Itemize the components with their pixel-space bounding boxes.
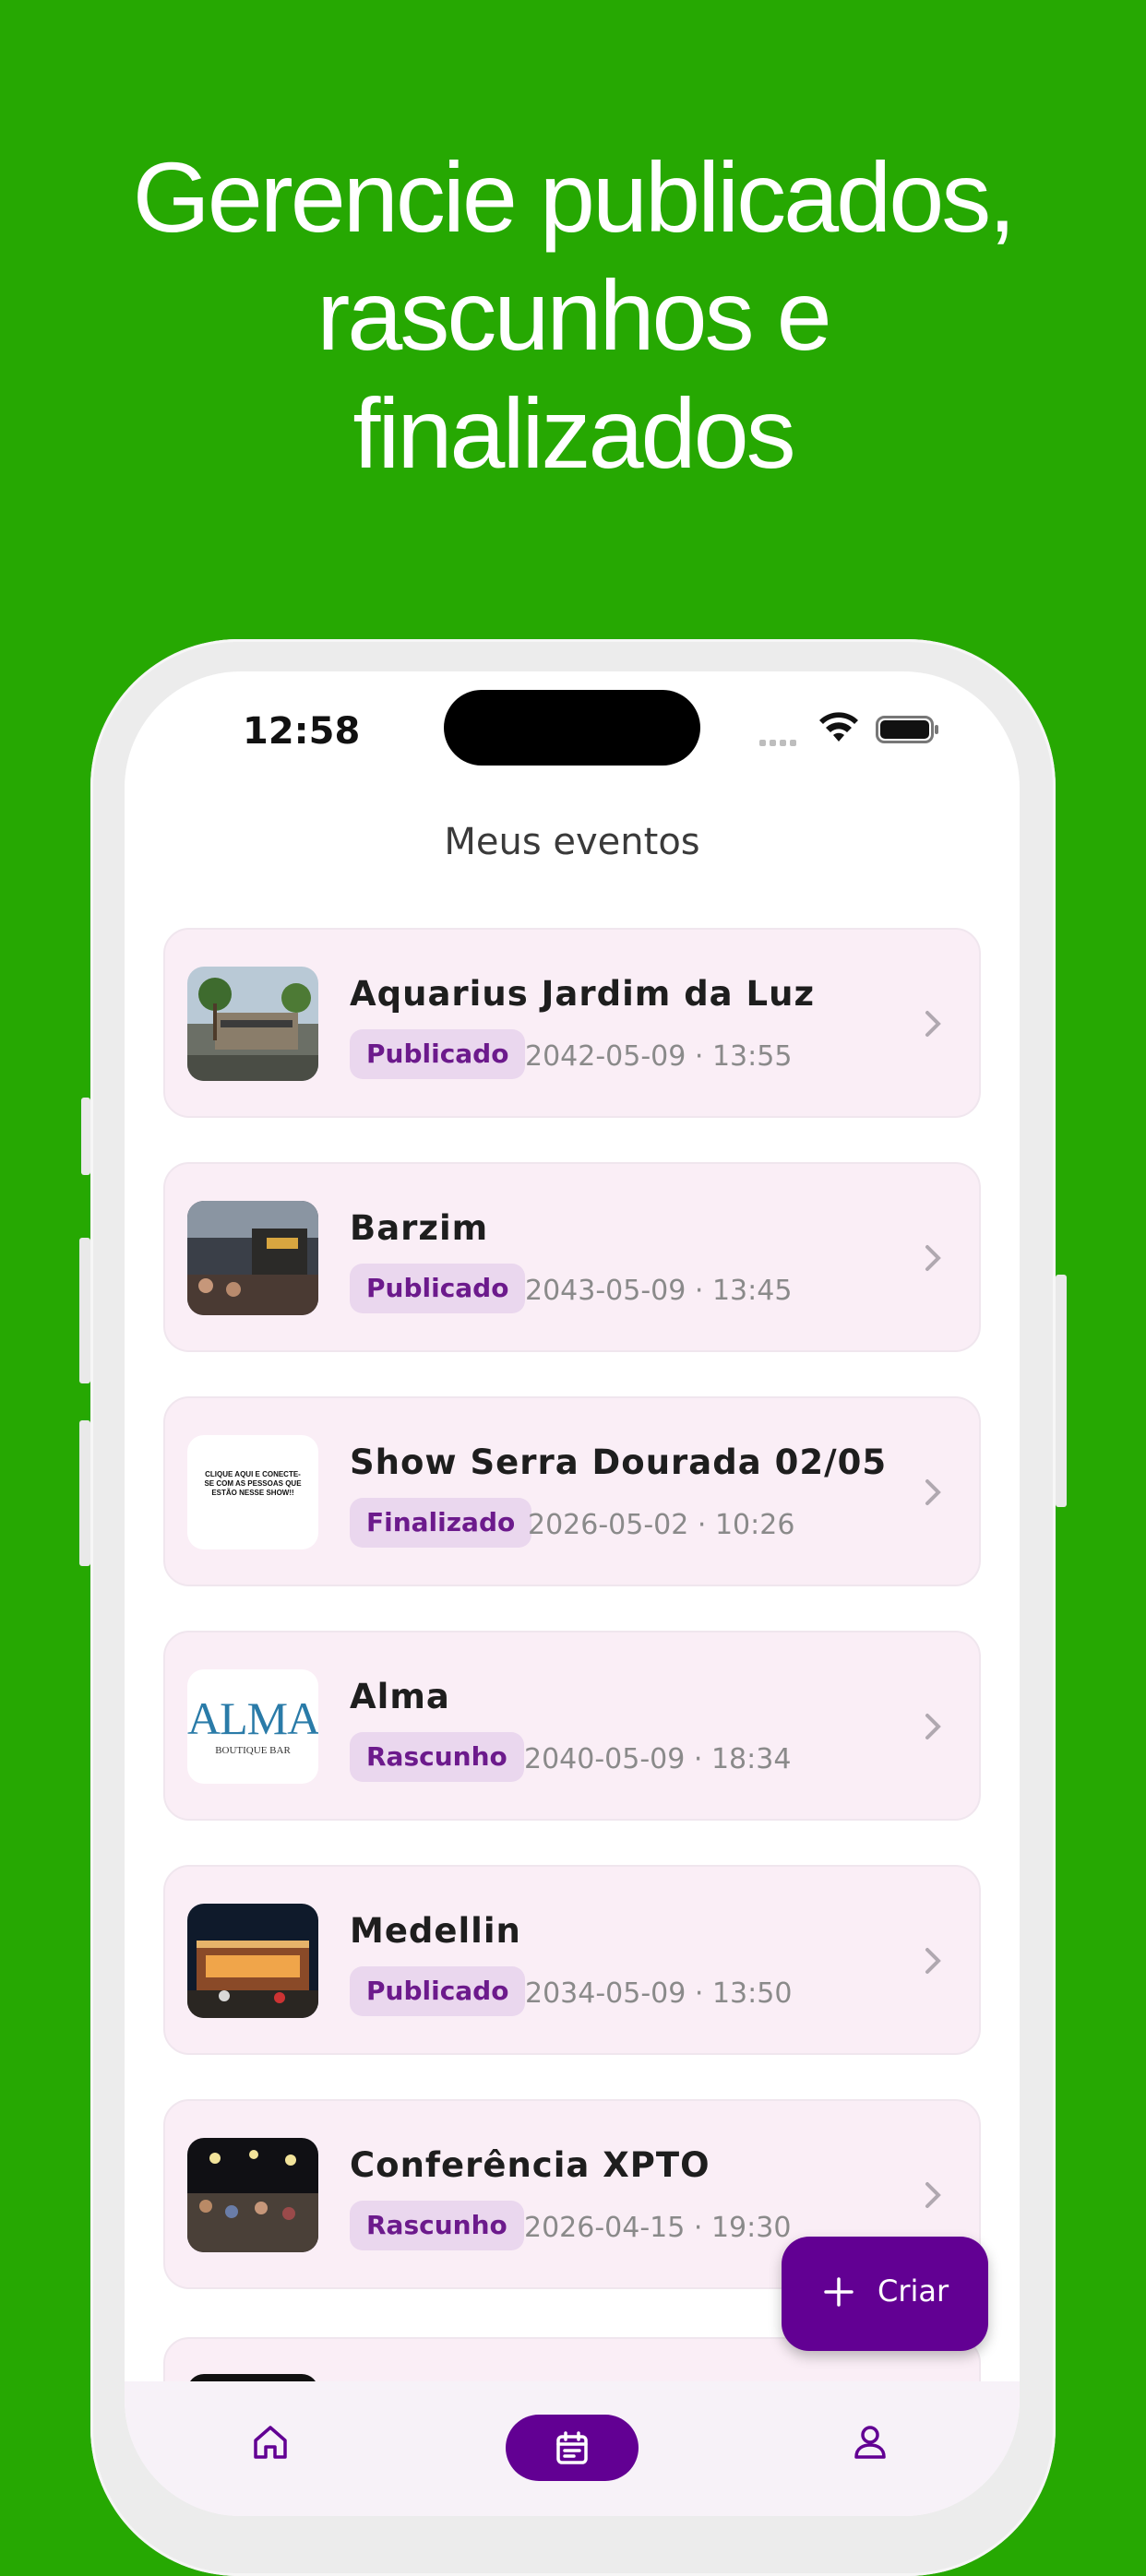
nav-events-tab[interactable] — [506, 2415, 639, 2481]
event-card[interactable]: Medellin Publicado 2034-05-09 · 13:50 — [163, 1865, 981, 2055]
event-name: Show Serra Dourada 02/05 — [350, 1442, 888, 1482]
event-card[interactable]: Aquarius Jardim da Luz Publicado 2042-05… — [163, 928, 981, 1118]
promo-headline: Gerencie publicados, rascunhos e finaliz… — [0, 138, 1146, 493]
headline-line-2: rascunhos e — [316, 259, 831, 371]
page-title: Meus eventos — [444, 821, 700, 863]
event-name: Barzim — [350, 1208, 489, 1248]
home-icon[interactable] — [250, 2422, 291, 2463]
event-thumbnail: ALMA BOUTIQUE BAR — [187, 1669, 318, 1784]
alma-logo: ALMA — [187, 1692, 318, 1744]
dynamic-island — [444, 690, 700, 766]
event-thumbnail — [187, 967, 318, 1081]
status-badge: Rascunho — [350, 2201, 524, 2250]
status-badge: Publicado — [350, 1966, 526, 2016]
event-datetime: 2034-05-09 · 13:50 — [525, 1977, 793, 2010]
create-button-label: Criar — [877, 2273, 949, 2309]
event-list: Aquarius Jardim da Luz Publicado 2042-05… — [163, 928, 981, 2333]
chevron-right-icon — [925, 1245, 941, 1271]
event-card[interactable]: ALMA BOUTIQUE BAR Alma Rascunho 2040-05-… — [163, 1631, 981, 1821]
event-card[interactable]: CLIQUE AQUI E CONECTE-SE COM AS PESSOAS … — [163, 1396, 981, 1586]
profile-icon[interactable] — [850, 2422, 890, 2463]
status-badge: Finalizado — [350, 1498, 532, 1548]
event-name: Aquarius Jardim da Luz — [350, 974, 815, 1014]
battery-icon — [876, 716, 938, 743]
plus-icon — [824, 2277, 854, 2307]
event-name: Conferência XPTO — [350, 2145, 710, 2185]
event-thumbnail — [187, 1201, 318, 1315]
event-datetime: 2040-05-09 · 18:34 — [524, 1743, 792, 1775]
phone-volume-up — [79, 1238, 90, 1383]
calendar-icon — [556, 2431, 588, 2464]
event-datetime: 2026-05-02 · 10:26 — [528, 1509, 795, 1541]
event-thumbnail — [187, 2138, 318, 2252]
chevron-right-icon — [925, 1479, 941, 1505]
status-badge: Publicado — [350, 1264, 526, 1313]
signal-icon — [759, 732, 800, 750]
status-bar: 12:58 — [125, 671, 1020, 782]
wifi-icon — [819, 712, 858, 742]
event-thumbnail — [187, 1904, 318, 2018]
app-screen: 12:58 Meus eventos Aquarius Jardim da Lu… — [125, 671, 1020, 2516]
event-datetime: 2043-05-09 · 13:45 — [525, 1275, 793, 1307]
phone-volume-down — [79, 1420, 90, 1566]
phone-mute-switch — [81, 1098, 90, 1175]
thumbnail-caption: CLIQUE AQUI E CONECTE-SE COM AS PESSOAS … — [204, 1470, 302, 1497]
event-datetime: 2042-05-09 · 13:55 — [525, 1040, 793, 1073]
event-thumbnail: CLIQUE AQUI E CONECTE-SE COM AS PESSOAS … — [187, 1435, 318, 1549]
bottom-navigation — [125, 2381, 1020, 2516]
event-card[interactable]: Barzim Publicado 2043-05-09 · 13:45 — [163, 1162, 981, 1352]
headline-line-3: finalizados — [352, 377, 795, 489]
chevron-right-icon — [925, 2182, 941, 2208]
event-name: Medellin — [350, 1911, 521, 1951]
chevron-right-icon — [925, 1011, 941, 1037]
event-datetime: 2026-04-15 · 19:30 — [524, 2212, 792, 2244]
create-event-button[interactable]: Criar — [782, 2237, 988, 2351]
chevron-right-icon — [925, 1714, 941, 1739]
chevron-right-icon — [925, 1948, 941, 1974]
status-time: 12:58 — [243, 710, 361, 753]
phone-power-button — [1056, 1275, 1067, 1507]
status-badge: Publicado — [350, 1029, 526, 1079]
alma-logo-subtitle: BOUTIQUE BAR — [215, 1745, 291, 1756]
event-name: Alma — [350, 1677, 450, 1716]
headline-line-1: Gerencie publicados, — [132, 141, 1017, 253]
status-badge: Rascunho — [350, 1732, 524, 1782]
